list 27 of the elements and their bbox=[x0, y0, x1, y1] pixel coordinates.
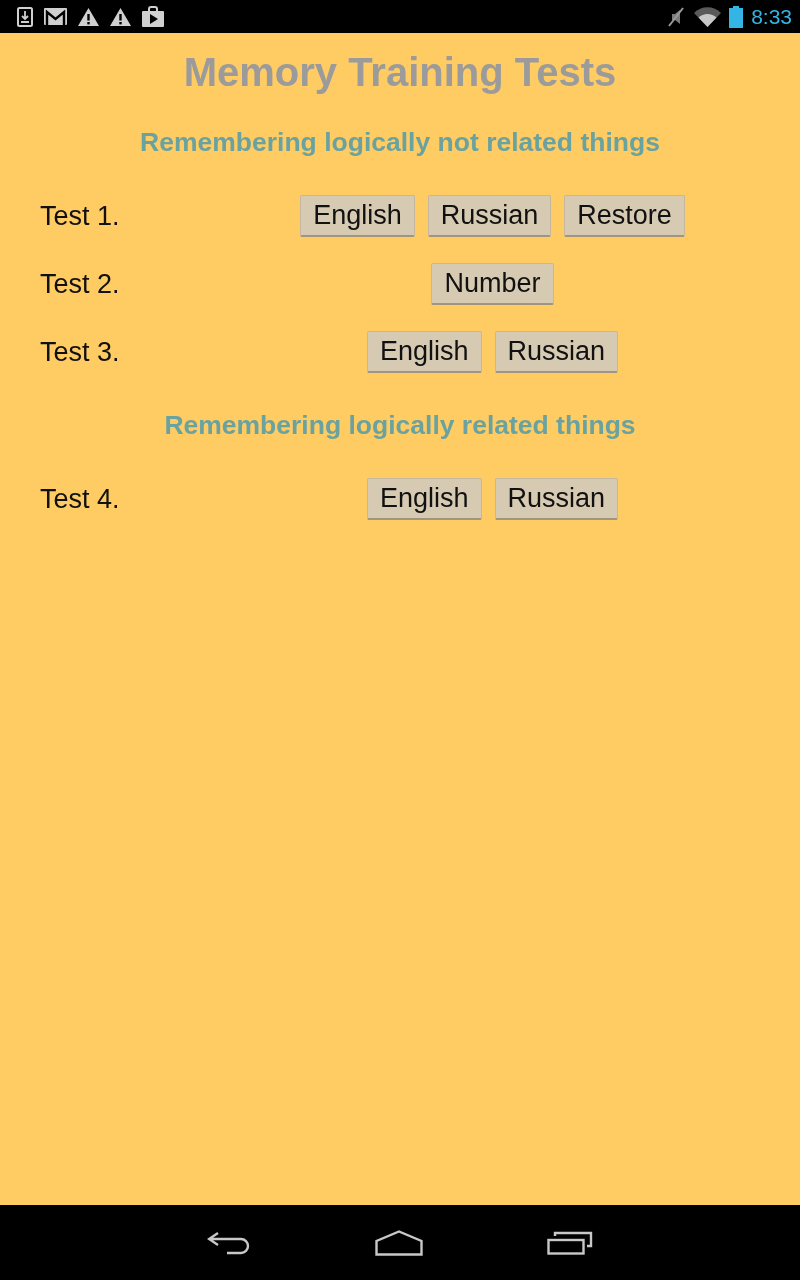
warning-icon bbox=[110, 7, 131, 26]
battery-icon bbox=[729, 5, 744, 28]
test-button[interactable]: Russian bbox=[427, 195, 552, 237]
test-label: Test 1. bbox=[40, 200, 120, 231]
test-button[interactable]: Russian bbox=[494, 331, 619, 373]
test-button[interactable]: English bbox=[300, 195, 415, 237]
section-heading: Remembering logically related things bbox=[163, 409, 637, 442]
test-button[interactable]: Restore bbox=[564, 195, 685, 237]
recent-apps-icon[interactable] bbox=[547, 1230, 593, 1255]
mail-icon bbox=[44, 8, 67, 25]
test-label: Test 3. bbox=[40, 336, 120, 367]
muted-speaker-icon bbox=[666, 6, 687, 27]
home-icon[interactable] bbox=[375, 1229, 423, 1256]
download-icon bbox=[17, 6, 33, 27]
test-label: Test 4. bbox=[40, 483, 120, 514]
app-title: Memory Training Tests bbox=[182, 49, 618, 96]
test-button[interactable]: Number bbox=[431, 263, 554, 305]
clock-time: 8:33 bbox=[751, 4, 792, 29]
wifi-icon bbox=[694, 6, 722, 27]
test-button[interactable]: Russian bbox=[494, 478, 619, 520]
shopping-bag-icon bbox=[142, 6, 164, 27]
test-button[interactable]: English bbox=[366, 331, 482, 373]
test-button[interactable]: English bbox=[366, 478, 482, 520]
test-label: Test 2. bbox=[40, 268, 120, 299]
back-icon[interactable] bbox=[207, 1229, 251, 1256]
section-heading: Remembering logically not related things bbox=[139, 126, 661, 159]
warning-icon bbox=[78, 7, 99, 26]
